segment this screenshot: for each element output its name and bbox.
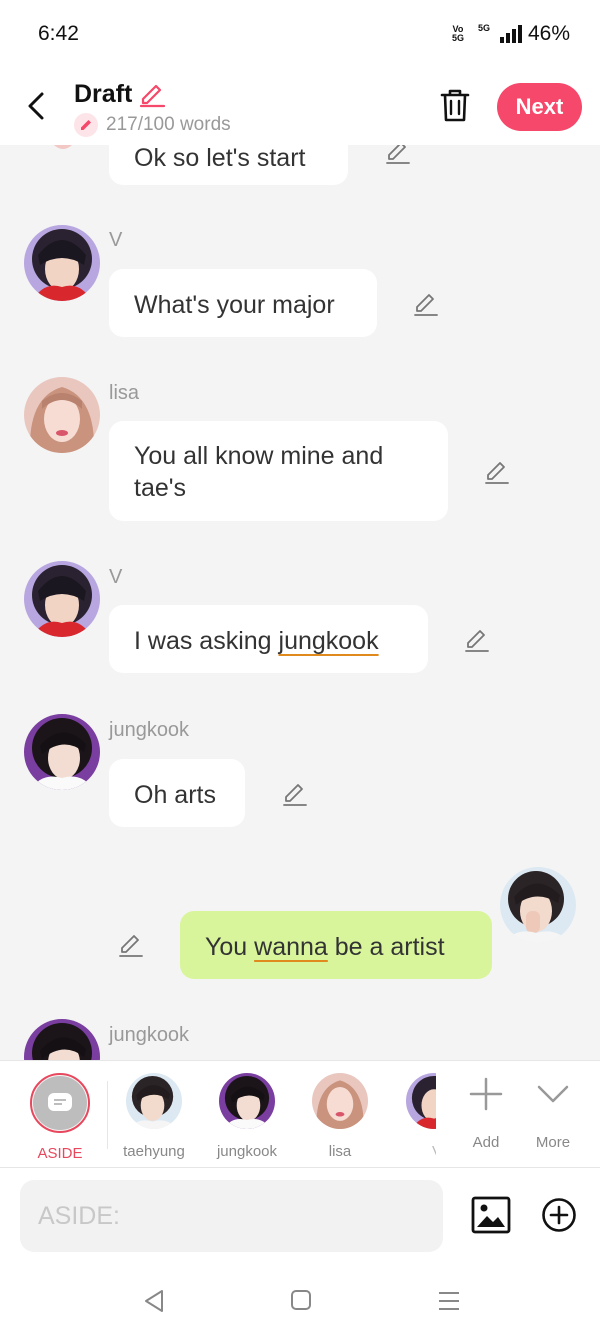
app-header: Draft 217/100 words Next bbox=[0, 70, 600, 145]
message-bubble[interactable]: You wanna be a artist bbox=[180, 911, 492, 979]
composer bbox=[0, 1168, 600, 1268]
back-arrow-icon[interactable] bbox=[22, 88, 52, 124]
avatar bbox=[126, 1073, 182, 1129]
edit-pencil-icon[interactable] bbox=[385, 145, 411, 165]
edit-pencil-icon[interactable] bbox=[282, 781, 308, 807]
plus-icon bbox=[469, 1077, 503, 1111]
nav-back-icon[interactable] bbox=[142, 1288, 166, 1314]
image-icon[interactable] bbox=[471, 1196, 511, 1234]
pencil-badge-icon bbox=[74, 113, 98, 137]
battery-percent: 46% bbox=[527, 22, 570, 45]
chat-area[interactable]: Ok so let's start V What's your major li… bbox=[0, 145, 600, 1060]
avatar[interactable] bbox=[24, 225, 100, 301]
character-v[interactable]: V bbox=[392, 1073, 436, 1160]
edit-pencil-icon[interactable] bbox=[413, 291, 439, 317]
title-pencil-icon[interactable] bbox=[138, 81, 166, 109]
sender-name: V bbox=[109, 229, 123, 251]
avatar[interactable] bbox=[24, 377, 100, 453]
divider bbox=[107, 1081, 108, 1149]
aside-chat-icon bbox=[48, 1093, 72, 1111]
message-bubble[interactable]: You all know mine and tae's bbox=[109, 421, 448, 521]
edit-pencil-icon[interactable] bbox=[464, 627, 490, 653]
next-button[interactable]: Next bbox=[497, 83, 582, 131]
trash-icon[interactable] bbox=[438, 86, 472, 124]
message-bubble[interactable]: Oh arts bbox=[109, 759, 245, 827]
network-type: 5G bbox=[477, 23, 490, 33]
volte-indicator: Vo 5G bbox=[451, 24, 464, 43]
sender-name: jungkook bbox=[109, 1024, 190, 1046]
nav-menu-icon[interactable] bbox=[438, 1290, 460, 1312]
message-input[interactable] bbox=[20, 1180, 443, 1252]
sender-name: lisa bbox=[109, 382, 140, 404]
avatar bbox=[406, 1073, 436, 1129]
avatar[interactable] bbox=[500, 867, 576, 943]
status-bar: 6:42 Vo 5G 5G 46% bbox=[0, 0, 600, 70]
edit-pencil-icon[interactable] bbox=[118, 932, 144, 958]
character-taehyung[interactable]: taehyung bbox=[114, 1073, 194, 1160]
avatar[interactable] bbox=[24, 714, 100, 790]
word-count: 217/100 words bbox=[74, 113, 231, 137]
avatar bbox=[219, 1073, 275, 1129]
message-bubble[interactable]: I was asking jungkook bbox=[109, 605, 428, 673]
message-bubble[interactable]: Ok so let's start bbox=[109, 145, 348, 185]
character-aside[interactable]: ASIDE bbox=[20, 1073, 100, 1162]
page-title: Draft bbox=[74, 80, 166, 109]
system-nav-bar bbox=[0, 1268, 600, 1337]
nav-home-icon[interactable] bbox=[290, 1289, 312, 1311]
avatar[interactable] bbox=[43, 145, 83, 149]
character-lisa[interactable]: lisa bbox=[300, 1073, 380, 1160]
signal-icon bbox=[499, 25, 522, 43]
status-time: 6:42 bbox=[38, 22, 79, 45]
character-selector: ASIDE taehyung jungkook lisa Add More bbox=[0, 1060, 600, 1168]
add-circle-icon[interactable] bbox=[541, 1197, 577, 1233]
edit-pencil-icon[interactable] bbox=[484, 459, 510, 485]
sender-name: V bbox=[109, 566, 123, 588]
chevron-down-icon bbox=[537, 1085, 569, 1103]
avatar[interactable] bbox=[24, 561, 100, 637]
message-bubble[interactable]: What's your major bbox=[109, 269, 377, 337]
avatar bbox=[312, 1073, 368, 1129]
more-button[interactable]: More bbox=[513, 1077, 593, 1151]
avatar[interactable] bbox=[24, 1019, 100, 1060]
sender-name: jungkook bbox=[109, 719, 190, 741]
character-jungkook[interactable]: jungkook bbox=[207, 1073, 287, 1160]
